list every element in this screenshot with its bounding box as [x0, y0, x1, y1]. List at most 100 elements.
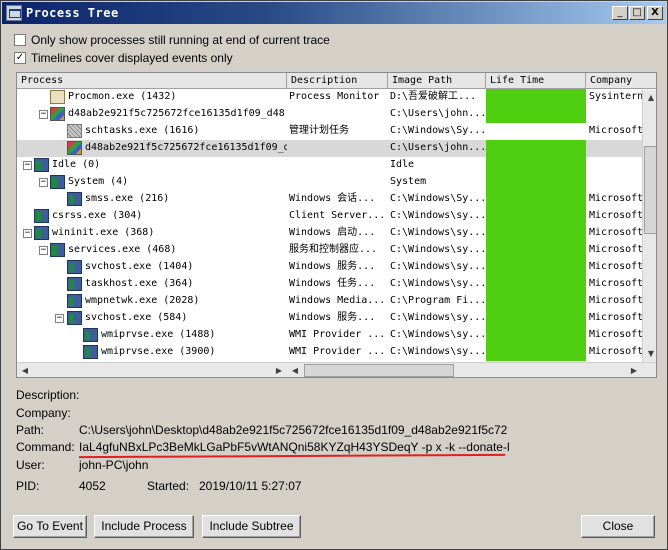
include-subtree-button[interactable]: Include Subtree — [202, 515, 301, 538]
lifetime-bar — [486, 191, 586, 208]
process-description: Process Monitor — [289, 91, 380, 102]
window-icon — [34, 209, 49, 223]
process-name: svchost.exe (1404) — [85, 261, 194, 272]
column-process[interactable]: Process — [17, 73, 287, 89]
window-icon — [67, 294, 82, 308]
process-image-path: C:\Windows\sy... — [390, 210, 485, 221]
process-row[interactable]: − Idle (0) Idle — [17, 157, 643, 174]
process-row[interactable]: − d48ab2e921f5c725672fce16135d1f09_d48 C:\… — [17, 106, 643, 123]
column-company[interactable]: Company — [586, 73, 656, 89]
process-company: Microsoft — [589, 210, 643, 221]
process-description: Windows 服务... — [289, 312, 376, 323]
process-image-path: C:\Windows\sy... — [390, 227, 485, 238]
collapse-icon[interactable]: − — [55, 314, 64, 323]
process-company — [589, 174, 643, 191]
process-description — [289, 174, 386, 191]
process-company: Microsoft — [589, 346, 643, 357]
command-label: Command: — [16, 440, 75, 454]
process-company: Microsoft — [589, 261, 643, 272]
lifetime-bar — [486, 140, 586, 157]
close-button[interactable]: Close — [581, 515, 655, 538]
lifetime-bar — [486, 123, 586, 140]
process-company: Microsoft — [589, 244, 643, 255]
go-to-event-button[interactable]: Go To Event — [13, 515, 87, 538]
collapse-icon[interactable]: − — [23, 229, 32, 238]
process-description: Windows Media... — [289, 295, 386, 306]
process-company: Microsoft — [589, 125, 643, 136]
process-name: smss.exe (216) — [85, 193, 170, 204]
process-row[interactable]: csrss.exe (304) Client Server... C:\Window… — [17, 208, 643, 225]
malware-icon — [50, 107, 65, 121]
process-name: System (4) — [68, 176, 129, 187]
include-process-button[interactable]: Include Process — [94, 515, 194, 538]
process-company: Microsoft — [589, 227, 643, 238]
process-name: wmiprvse.exe (1488) — [101, 329, 216, 340]
scroll-left-arrow-2-icon[interactable]: ◀ — [287, 363, 303, 377]
process-name: csrss.exe (304) — [52, 210, 143, 221]
vertical-scrollbar[interactable]: ▲ ▼ — [642, 90, 656, 362]
scroll-right-arrow-2-icon[interactable]: ▶ — [626, 363, 642, 377]
vertical-scroll-thumb[interactable] — [644, 146, 656, 234]
pid-label: PID: — [16, 479, 40, 493]
process-image-path: C:\Windows\sy... — [390, 278, 485, 289]
task-icon — [67, 124, 82, 138]
minimize-button[interactable]: _ — [612, 6, 628, 20]
process-name: schtasks.exe (1616) — [85, 125, 200, 136]
column-image-path[interactable]: Image Path — [388, 73, 486, 89]
maximize-button[interactable]: □ — [629, 6, 645, 20]
process-tree-list[interactable]: Process Description Image Path Life Time… — [16, 72, 657, 378]
column-life-time[interactable]: Life Time — [486, 73, 586, 89]
malware-icon — [67, 141, 82, 155]
window-icon — [83, 328, 98, 342]
collapse-icon[interactable]: − — [39, 246, 48, 255]
process-description: Windows 启动... — [289, 227, 376, 238]
scroll-up-arrow-icon[interactable]: ▲ — [643, 90, 656, 106]
pid-value: 4052 — [79, 479, 106, 493]
process-row[interactable]: smss.exe (216) Windows 会话... C:\Windows\Sy… — [17, 191, 643, 208]
collapse-icon[interactable]: − — [23, 161, 32, 170]
process-image-path: C:\Windows\sy... — [390, 244, 485, 255]
horizontal-scroll-thumb[interactable] — [304, 364, 454, 377]
process-company: Microsoft — [589, 193, 643, 204]
horizontal-scrollbar[interactable]: ◀ ▶ ◀ ▶ — [17, 362, 656, 377]
process-image-path: C:\Users\john... — [390, 142, 485, 153]
process-company — [589, 157, 643, 174]
scroll-right-arrow-icon[interactable]: ▶ — [271, 363, 287, 377]
process-row[interactable]: wmiprvse.exe (1488) WMI Provider ... C:\Wi… — [17, 327, 643, 344]
timelines-cover-checkbox[interactable]: ✓ — [14, 52, 26, 64]
path-label: Path: — [16, 423, 45, 437]
process-name: taskhost.exe (364) — [85, 278, 194, 289]
collapse-icon[interactable]: − — [39, 110, 48, 119]
process-row[interactable]: schtasks.exe (1616) 管理计划任务 C:\Windows\Sy..… — [17, 123, 643, 140]
process-description: Windows 会话... — [289, 193, 376, 204]
collapse-icon[interactable]: − — [39, 178, 48, 187]
command-value: IaL4gfuNBxLPc3BeMkLGaPbF5vWtANQni58KYZqH… — [79, 440, 509, 454]
process-row[interactable]: taskhost.exe (364) Windows 任务... C:\Window… — [17, 276, 643, 293]
lifetime-bar — [486, 327, 586, 344]
close-window-button[interactable]: X — [647, 6, 663, 20]
process-row[interactable]: Procmon.exe (1432) Process Monitor D:\吾爱破解… — [17, 89, 643, 106]
column-description[interactable]: Description — [287, 73, 388, 89]
title-bar[interactable]: Process Tree _ □ X — [2, 2, 666, 24]
process-row[interactable]: − System (4) System — [17, 174, 643, 191]
process-row[interactable]: wmpnetwk.exe (2028) Windows Media... C:\Pr… — [17, 293, 643, 310]
scroll-left-arrow-icon[interactable]: ◀ — [17, 363, 33, 377]
scroll-down-arrow-icon[interactable]: ▼ — [643, 346, 656, 362]
process-name: d48ab2e921f5c725672fce16135d1f09_d — [85, 142, 287, 153]
process-image-path: System — [390, 176, 427, 187]
process-image-path: C:\Windows\sy... — [390, 312, 485, 323]
process-image-path: C:\Program Fi... — [390, 295, 485, 306]
process-row[interactable]: svchost.exe (1404) Windows 服务... C:\Window… — [17, 259, 643, 276]
process-row[interactable]: − svchost.exe (584) Windows 服务... C:\Window… — [17, 310, 643, 327]
process-row[interactable]: − services.exe (468) 服务和控制器应... C:\Windows\… — [17, 242, 643, 259]
process-name: wmiprvse.exe (3900) — [101, 346, 216, 357]
process-company — [589, 106, 643, 123]
process-row[interactable]: − wininit.exe (368) Windows 启动... C:\Window… — [17, 225, 643, 242]
process-row[interactable]: d48ab2e921f5c725672fce16135d1f09_d C:\Use… — [17, 140, 643, 157]
lifetime-bar — [486, 310, 586, 327]
window-icon — [83, 345, 98, 359]
user-value: john-PC\john — [79, 458, 149, 472]
only-running-checkbox[interactable] — [14, 34, 26, 46]
process-description — [289, 140, 386, 157]
process-row[interactable]: wmiprvse.exe (3900) WMI Provider ... C:\Wi… — [17, 344, 643, 361]
